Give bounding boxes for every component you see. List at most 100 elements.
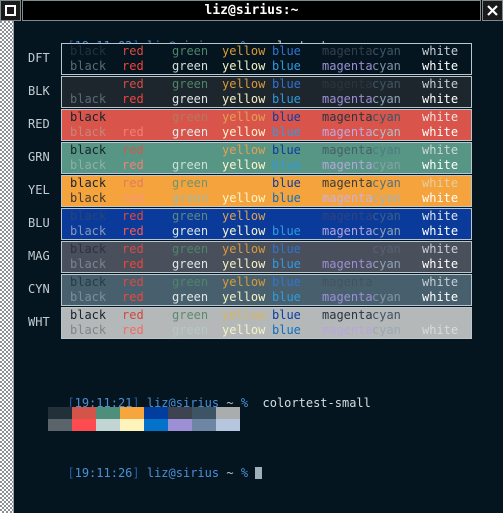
colortest-cell-cyan: cyan	[372, 241, 401, 256]
colortest-cell-black: black	[70, 208, 107, 223]
window-titlebar: liz@sirius:~	[0, 0, 503, 22]
prompt3-space-1	[140, 466, 147, 480]
colortest-cell-red: red	[122, 58, 144, 73]
colortest-cell-black: black	[70, 175, 107, 190]
colortest-row-swatch: black red green yellow blue magenta cyan white b…	[61, 306, 472, 339]
colortest-cell-cyan: cyan	[372, 307, 401, 322]
colortest-cell-blue: blue	[272, 274, 301, 289]
colortest-cell-magenta: magenta	[322, 307, 373, 322]
colortest-cell-blue: blue	[272, 241, 301, 256]
colortest-cell-blue: blue	[272, 43, 301, 58]
colortest-cell-white: white	[422, 109, 459, 124]
swatch-dim-yellow	[120, 407, 144, 419]
colortest-cell-red: red	[122, 190, 144, 205]
colortest-cell-green: green	[172, 274, 209, 289]
colortest-bright-line: black red green yellow blue magenta cyan white	[62, 290, 471, 305]
command-text-2: colortest-small	[262, 396, 371, 410]
terminal-scrollbar[interactable]	[0, 21, 14, 513]
colortest-row-label: MAG	[28, 249, 50, 263]
colortest-cell-red: red	[122, 223, 144, 238]
colortest-cell-white: white	[422, 58, 459, 73]
colortest-cell-red: red	[122, 91, 144, 106]
colortest-cell-white: white	[422, 307, 459, 322]
swatch-bright-black	[48, 419, 72, 431]
swatch-dim-green	[96, 407, 120, 419]
swatch-dim-red	[72, 407, 96, 419]
colortest-cell-cyan: cyan	[372, 43, 401, 58]
colortest-cell-cyan: cyan	[372, 109, 401, 124]
colortest-cell-green: green	[172, 142, 209, 157]
colortest-small-swatches	[48, 407, 240, 431]
colortest-dim-line: black red green yellow blue magenta cyan white	[62, 44, 471, 59]
colortest-cell-yellow: yellow	[222, 157, 266, 172]
colortest-cell-cyan: cyan	[372, 157, 401, 172]
colortest-cell-white: white	[422, 43, 459, 58]
colortest-cell-cyan: cyan	[372, 142, 401, 157]
colortest-cell-red: red	[122, 109, 144, 124]
colortest-row-swatch: black red green yellow blue magenta cyan white b…	[61, 75, 472, 108]
colortest-cell-red: red	[122, 274, 144, 289]
colortest-cell-blue: blue	[272, 124, 301, 139]
colortest-row-swatch: black red green yellow blue magenta cyan white b…	[61, 42, 472, 75]
colortest-bright-line: black red green yellow blue magenta cyan white	[62, 59, 471, 74]
colortest-cell-magenta: magenta	[322, 142, 373, 157]
colortest-cell-yellow: yellow	[222, 175, 266, 190]
colortest-cell-black: black	[70, 124, 107, 139]
colortest-cell-black: black	[70, 109, 107, 124]
colortest-row-swatch: black red green yellow blue magenta cyan white b…	[61, 108, 472, 141]
prompt3-cwd: ~	[226, 466, 234, 480]
colortest-cell-yellow: yellow	[222, 208, 266, 223]
colortest-cell-blue: blue	[272, 322, 301, 337]
colortest-cell-green: green	[172, 256, 209, 271]
colortest-cell-magenta: magenta	[322, 190, 373, 205]
maximize-button[interactable]	[0, 0, 21, 21]
swatch-bright-magenta	[168, 419, 192, 431]
colortest-cell-magenta: magenta	[322, 124, 373, 139]
colortest-grid: DFT black red green yellow blue magenta cyan whi…	[24, 42, 472, 339]
colortest-row-label: CYN	[28, 282, 50, 296]
colortest-row: RED black red green yellow blue magenta cyan whi…	[24, 108, 472, 141]
prompt2-sigil: %	[240, 396, 249, 410]
colortest-cell-white: white	[422, 124, 459, 139]
colortest-dim-line: black red green yellow blue magenta cyan white	[62, 176, 471, 191]
colortest-cell-cyan: cyan	[372, 274, 401, 289]
colortest-row-swatch: black red green yellow blue magenta cyan white b…	[61, 174, 472, 207]
colortest-cell-black: black	[70, 307, 107, 322]
colortest-cell-green: green	[172, 223, 209, 238]
colortest-row-label: DFT	[28, 51, 50, 65]
swatch-bright-red	[72, 419, 96, 431]
colortest-cell-green: green	[172, 307, 209, 322]
scrollbar-thumb[interactable]	[0, 21, 13, 513]
colortest-cell-magenta: magenta	[322, 175, 373, 190]
colortest-cell-green: green	[172, 109, 209, 124]
colortest-row: MAG black red green yellow blue magenta cyan whi…	[24, 240, 472, 273]
swatch-bright-blue	[144, 419, 168, 431]
colortest-cell-green: green	[172, 190, 209, 205]
colortest-cell-blue: blue	[272, 76, 301, 91]
colortest-row-label: BLK	[28, 84, 50, 98]
colortest-cell-cyan: cyan	[372, 76, 401, 91]
swatch-bright-cyan	[192, 419, 216, 431]
colortest-dim-line: black red green yellow blue magenta cyan white	[62, 143, 471, 158]
colortest-cell-yellow: yellow	[222, 91, 266, 106]
colortest-cell-cyan: cyan	[372, 322, 401, 337]
colortest-cell-yellow: yellow	[222, 124, 266, 139]
colortest-cell-red: red	[122, 289, 144, 304]
colortest-cell-green: green	[172, 241, 209, 256]
colortest-cell-yellow: yellow	[222, 289, 266, 304]
colortest-cell-red: red	[122, 43, 144, 58]
colortest-row-label: WHT	[28, 315, 50, 329]
colortest-bright-line: black red green yellow blue magenta cyan white	[62, 191, 471, 206]
colortest-row-swatch: black red green yellow blue magenta cyan white b…	[61, 273, 472, 306]
colortest-row-label: RED	[28, 117, 50, 131]
close-button[interactable]	[482, 0, 503, 21]
colortest-cell-black: black	[70, 43, 107, 58]
colortest-cell-yellow: yellow	[222, 142, 266, 157]
colortest-cell-white: white	[422, 142, 459, 157]
colortest-cell-magenta: magenta	[322, 274, 373, 289]
colortest-bright-line: black red green yellow blue magenta cyan white	[62, 323, 471, 338]
terminal-screen[interactable]: [19:11:02] liz@sirius ~ % colortest DFTb…	[15, 21, 503, 513]
colortest-cell-blue: blue	[272, 109, 301, 124]
colortest-cell-yellow: yellow	[222, 274, 266, 289]
colortest-row-swatch: black red green yellow blue magenta cyan white b…	[61, 240, 472, 273]
